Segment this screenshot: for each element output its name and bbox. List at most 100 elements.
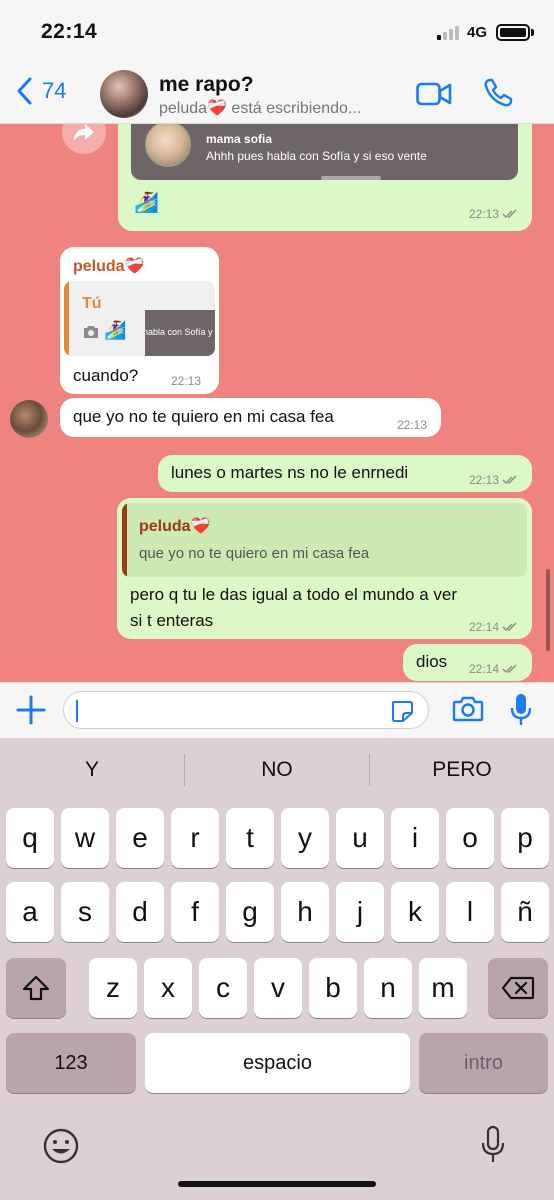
message-text: que yo no te quiero en mi casa fea — [73, 407, 334, 426]
composer-bar — [0, 682, 554, 738]
message-incoming[interactable]: que yo no te quiero en mi casa fea 22:13 — [60, 398, 441, 437]
key-p[interactable]: p — [501, 808, 549, 868]
key-c[interactable]: c — [199, 958, 247, 1018]
sticker-icon[interactable] — [390, 699, 414, 723]
message-text-line-2: si t enteras — [130, 611, 214, 630]
keyboard: Y NO PERO q w e r t y u i o p a s d f g … — [0, 738, 554, 1200]
key-n[interactable]: n — [364, 958, 412, 1018]
key-n-tilde[interactable]: ñ — [501, 882, 549, 942]
scrollbar[interactable] — [546, 569, 550, 651]
message-time: 22:14 — [468, 620, 499, 634]
quote-thumbnail: habla con Sofía y si — [145, 310, 215, 356]
suggestion-1[interactable]: Y — [0, 758, 184, 782]
key-g[interactable]: g — [226, 882, 274, 942]
key-v[interactable]: v — [254, 958, 302, 1018]
key-z[interactable]: z — [89, 958, 137, 1018]
shift-key[interactable] — [6, 958, 66, 1018]
message-time: 22:13 — [171, 374, 202, 388]
key-y[interactable]: y — [281, 808, 329, 868]
double-check-icon — [502, 622, 517, 631]
double-check-icon — [502, 209, 517, 218]
message-text-line-1: pero q tu le das igual a todo el mundo a… — [130, 585, 457, 604]
phone-icon[interactable] — [482, 77, 514, 109]
key-i[interactable]: i — [391, 808, 439, 868]
key-t[interactable]: t — [226, 808, 274, 868]
message-time: 22:14 — [468, 662, 499, 676]
forward-button[interactable] — [62, 124, 106, 154]
message-text: dios — [416, 652, 448, 671]
quoted-message[interactable]: peluda❤️‍🩹 que yo no te quiero en mi cas… — [122, 503, 527, 577]
chevron-left-icon — [17, 77, 32, 105]
key-j[interactable]: j — [336, 882, 384, 942]
status-time: 22:14 — [41, 20, 98, 43]
quote-author: Tú — [82, 295, 102, 312]
dictation-mic-icon[interactable] — [481, 1125, 505, 1165]
key-o[interactable]: o — [446, 808, 494, 868]
suggestion-2[interactable]: NO — [185, 758, 369, 782]
key-s[interactable]: s — [61, 882, 109, 942]
message-outgoing[interactable]: lunes o martes ns no le enrnedi 22:13 — [158, 455, 532, 492]
key-m[interactable]: m — [419, 958, 467, 1018]
emoji-icon[interactable] — [42, 1127, 80, 1165]
chat-title[interactable]: me rapo? — [159, 73, 254, 97]
numbers-key[interactable]: 123 — [6, 1033, 136, 1093]
message-time: 22:13 — [468, 473, 499, 487]
key-a[interactable]: a — [6, 882, 54, 942]
message-text: lunes o martes ns no le enrnedi — [171, 463, 409, 482]
message-emoji: 🏄‍♀️ — [134, 192, 159, 214]
chat-messages[interactable]: mama sofia Ahhh pues habla con Sofía y s… — [0, 124, 554, 682]
key-q[interactable]: q — [6, 808, 54, 868]
typing-status: peluda❤️‍🩹 está escribiendo... — [159, 100, 362, 117]
delete-key[interactable] — [488, 958, 548, 1018]
message-incoming-reply[interactable]: peluda❤️‍🩹 Tú 🏄‍♀️ habla con Sofía y si … — [60, 247, 219, 394]
key-x[interactable]: x — [144, 958, 192, 1018]
double-check-icon — [502, 475, 517, 484]
camera-icon[interactable] — [452, 694, 484, 724]
quote-text: que yo no te quiero en mi casa fea — [139, 545, 370, 562]
microphone-icon[interactable] — [510, 692, 532, 728]
home-indicator[interactable] — [178, 1181, 376, 1187]
suggestion-3[interactable]: PERO — [370, 758, 554, 782]
status-avatar — [145, 124, 191, 167]
shared-status-card[interactable]: mama sofia Ahhh pues habla con Sofía y s… — [131, 124, 518, 180]
video-camera-icon[interactable] — [416, 81, 452, 107]
message-meta: 22:13 — [469, 207, 518, 221]
back-button[interactable]: 74 — [14, 76, 66, 106]
key-b[interactable]: b — [309, 958, 357, 1018]
camera-icon — [84, 326, 98, 338]
message-text: cuando? — [73, 366, 139, 385]
chat-header: 74 me rapo? peluda❤️‍🩹 está escribiendo.… — [0, 64, 554, 124]
key-k[interactable]: k — [391, 882, 439, 942]
plus-icon[interactable] — [14, 693, 48, 727]
sender-name: peluda❤️‍🩹 — [73, 258, 145, 275]
status-bar: 22:14 4G — [0, 0, 554, 64]
predictive-bar: Y NO PERO — [0, 738, 554, 802]
text-caret — [76, 700, 78, 722]
key-l[interactable]: l — [446, 882, 494, 942]
message-input[interactable] — [63, 691, 429, 729]
key-e[interactable]: e — [116, 808, 164, 868]
network-label: 4G — [467, 24, 488, 41]
return-key[interactable]: intro — [419, 1033, 548, 1093]
unread-count: 74 — [42, 78, 67, 103]
key-w[interactable]: w — [61, 808, 109, 868]
contact-avatar[interactable] — [100, 70, 148, 118]
space-key[interactable]: espacio — [145, 1033, 410, 1093]
sender-avatar[interactable] — [10, 400, 48, 438]
message-time: 22:13 — [396, 418, 427, 432]
shift-icon — [22, 975, 50, 1001]
signal-icon — [437, 26, 463, 40]
message-time: 22:13 — [468, 207, 499, 221]
quoted-message[interactable]: Tú 🏄‍♀️ habla con Sofía y si — [64, 281, 215, 356]
backspace-icon — [501, 976, 535, 1000]
message-outgoing-reply[interactable]: peluda❤️‍🩹 que yo no te quiero en mi cas… — [117, 498, 532, 639]
status-text: Ahhh pues habla con Sofía y si eso vente — [206, 149, 427, 163]
battery-icon — [496, 24, 530, 41]
key-f[interactable]: f — [171, 882, 219, 942]
key-h[interactable]: h — [281, 882, 329, 942]
key-d[interactable]: d — [116, 882, 164, 942]
message-outgoing[interactable]: dios 22:14 — [403, 644, 532, 681]
message-shared-status[interactable]: mama sofia Ahhh pues habla con Sofía y s… — [118, 124, 532, 231]
key-u[interactable]: u — [336, 808, 384, 868]
key-r[interactable]: r — [171, 808, 219, 868]
